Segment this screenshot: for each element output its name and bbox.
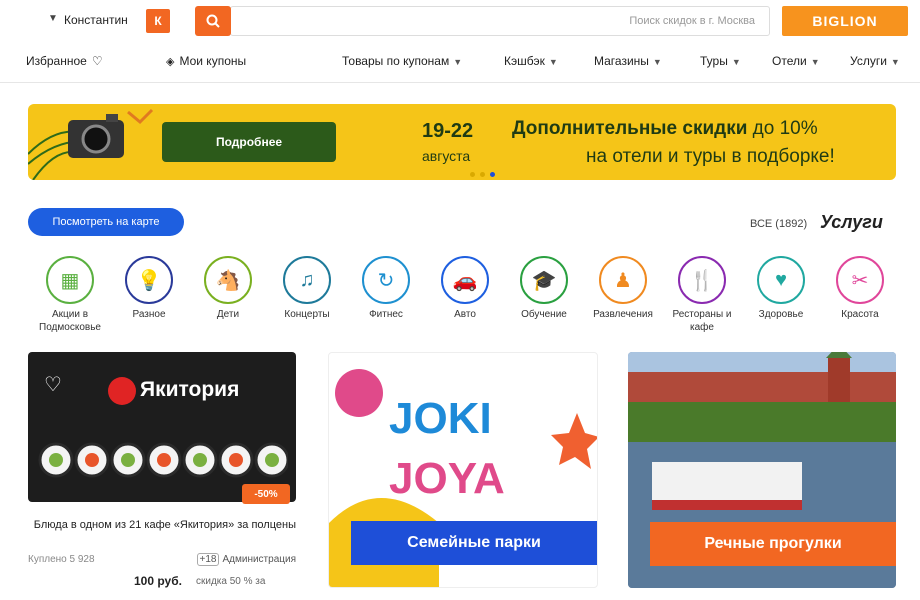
- deal-discount-note: скидка 50 % за: [196, 576, 266, 587]
- main-nav: Услуги ▼ Отели ▼ Туры ▼ Магазины ▼ Кэшбэк ▼ Т…: [0, 48, 920, 76]
- chevron-down-icon: ▼: [810, 57, 820, 67]
- deal-meta: Куплено 5 928 +18 Администрация: [28, 553, 296, 568]
- category-item[interactable]: 🎓 Обучение: [505, 256, 583, 321]
- coupon-icon: ◈: [166, 56, 175, 68]
- category-label: Развлечения: [593, 309, 653, 320]
- category-label: Разное: [132, 309, 166, 320]
- user-avatar[interactable]: К: [146, 9, 170, 33]
- view-on-map-button[interactable]: Посмотреть на карте: [28, 208, 184, 236]
- category-icon: ▦: [46, 256, 94, 304]
- category-icon: 🍴: [678, 256, 726, 304]
- category-label: Акции в Подмосковье: [39, 309, 101, 333]
- camera-image: [28, 108, 154, 180]
- category-icon: ♥: [757, 256, 805, 304]
- nav-item-hotels[interactable]: Отели ▼: [772, 54, 820, 68]
- category-label: Концерты: [284, 309, 330, 320]
- category-item[interactable]: ♟ Развлечения: [584, 256, 662, 321]
- chevron-down-icon: ▼: [548, 57, 558, 67]
- heart-icon[interactable]: ♡: [44, 372, 62, 397]
- logo[interactable]: BIGLION: [782, 6, 908, 36]
- services-count[interactable]: ВСЕ (1892): [750, 218, 807, 230]
- favorites-link[interactable]: Избранное ♡: [26, 54, 103, 68]
- category-label: Фитнес: [369, 309, 403, 320]
- nav-item-services[interactable]: Услуги ▼: [850, 54, 900, 68]
- banner-month: августа: [422, 148, 471, 164]
- category-label: Красота: [841, 309, 879, 320]
- category-label: Рестораны и кафе: [672, 309, 732, 333]
- chevron-down-icon: ▼: [890, 57, 900, 67]
- category-icon: 🚗: [441, 256, 489, 304]
- family-parks-card[interactable]: JOKI JOYA Семейные парки: [328, 352, 598, 588]
- category-item[interactable]: 🐴 Дети: [189, 256, 267, 321]
- family-parks-label[interactable]: Семейные парки: [351, 521, 597, 565]
- yakitoria-logo: [108, 377, 136, 405]
- deal-price: 100 руб.: [134, 574, 182, 588]
- chevron-down-icon[interactable]: ▼: [48, 13, 58, 24]
- divider: [0, 82, 920, 83]
- nav-item-cashback[interactable]: Кэшбэк ▼: [504, 54, 558, 68]
- banner-subtitle: на отели и туры в подборке!: [586, 146, 835, 167]
- deal-description[interactable]: Блюда в одном из 21 кафе «Якитория» за п…: [28, 518, 296, 533]
- category-item[interactable]: 💡 Разное: [110, 256, 188, 321]
- nav-item-coupon-goods[interactable]: Товары по купонам ▼: [342, 54, 462, 68]
- my-coupons-link[interactable]: ◈ Мои купоны: [166, 54, 246, 68]
- heart-icon: ♡: [91, 54, 103, 68]
- search-input[interactable]: Поиск скидок в г. Москва: [230, 6, 770, 36]
- category-label: Дети: [216, 309, 240, 320]
- category-icon: ♫: [283, 256, 331, 304]
- user-name[interactable]: Константин: [64, 13, 128, 27]
- svg-text:JOKI: JOKI: [389, 394, 492, 443]
- category-icon: 🎓: [520, 256, 568, 304]
- services-title: Услуги: [820, 212, 883, 232]
- category-item[interactable]: ♥ Здоровье: [742, 256, 820, 321]
- promo-banner[interactable]: Подробнее 19-22 августа Дополнительные с…: [28, 104, 896, 180]
- river-walks-card[interactable]: Речные прогулки: [628, 352, 896, 588]
- carousel-dots[interactable]: [470, 172, 495, 177]
- category-label: Здоровье: [758, 309, 804, 320]
- deal-brand-title: Якитория: [140, 378, 240, 401]
- coupons-sold: Куплено 5 928: [28, 554, 95, 565]
- deal-card-yakitoria[interactable]: ♡ Якитория: [28, 352, 296, 502]
- search-placeholder: Поиск скидок в г. Москва: [629, 15, 755, 27]
- chevron-down-icon: ▼: [453, 57, 463, 67]
- carousel-dot[interactable]: [480, 172, 485, 177]
- category-icon: ✂: [836, 256, 884, 304]
- category-item[interactable]: ↻ Фитнес: [347, 256, 425, 321]
- banner-title: Дополнительные скидки до 10%: [512, 118, 818, 139]
- category-label: Обучение: [521, 309, 567, 320]
- category-icon: ♟: [599, 256, 647, 304]
- age-badge: +18: [196, 553, 220, 566]
- banner-date: 19-22: [422, 120, 474, 142]
- category-item[interactable]: ♫ Концерты: [268, 256, 346, 321]
- category-item[interactable]: 🚗 Авто: [426, 256, 504, 321]
- svg-text:JOYA: JOYA: [389, 454, 505, 503]
- category-icon: ↻: [362, 256, 410, 304]
- nav-item-stores[interactable]: Магазины ▼: [594, 54, 662, 68]
- category-item[interactable]: 🍴 Рестораны и кафе: [663, 256, 741, 334]
- sushi-image: [38, 442, 288, 478]
- search-button[interactable]: [195, 6, 231, 36]
- category-label: Авто: [454, 309, 476, 320]
- discount-badge: -50%: [242, 484, 290, 504]
- page: BIGLION Поиск скидок в г. Москва К Конст…: [0, 0, 920, 600]
- carousel-dot-active[interactable]: [490, 172, 495, 177]
- category-icon: 💡: [125, 256, 173, 304]
- nav-item-tours[interactable]: Туры ▼: [700, 54, 741, 68]
- more-button[interactable]: Подробнее: [162, 122, 336, 162]
- category-icon: 🐴: [204, 256, 252, 304]
- category-item[interactable]: ✂ Красота: [821, 256, 899, 321]
- chevron-down-icon: ▼: [652, 57, 662, 67]
- chevron-down-icon: ▼: [731, 57, 741, 67]
- category-item[interactable]: ▦ Акции в Подмосковье: [31, 256, 109, 334]
- search-icon: [206, 14, 220, 28]
- deal-brand: +18 Администрация: [196, 553, 296, 566]
- river-walks-label[interactable]: Речные прогулки: [650, 522, 896, 566]
- carousel-dot[interactable]: [470, 172, 475, 177]
